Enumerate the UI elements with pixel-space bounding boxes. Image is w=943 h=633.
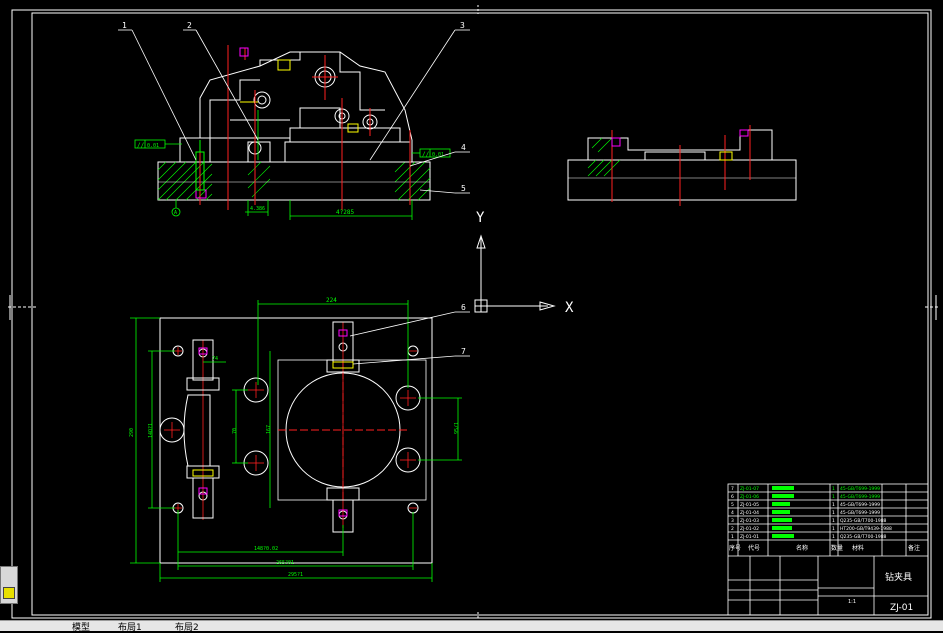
- plan-view: 224 74 290 14O?1 70 167 95/1 148?0.02 26…: [129, 297, 470, 582]
- tol-left-val: 0.01: [147, 143, 159, 149]
- front-circles: [248, 66, 378, 155]
- toolbar-widget[interactable]: [0, 566, 18, 604]
- front-body: [179, 51, 413, 163]
- tol-left-sym: //: [137, 142, 145, 149]
- dim-front-width: 4?285: [336, 209, 354, 216]
- dim-front-small: 4.386: [250, 206, 265, 212]
- tb-header-name: 名称: [796, 544, 808, 552]
- tb-row-code: ZJ-01-07: [740, 486, 759, 492]
- tb-row-qty: 1: [832, 510, 835, 516]
- tb-row-material: 45-GB/T699-1999: [840, 486, 880, 492]
- tb-row-code: ZJ-01-03: [740, 518, 759, 524]
- tb-drawing-name: 钻夹具: [885, 571, 912, 583]
- dim-plan-hole-vert: 167: [266, 425, 272, 434]
- dim-plan-right-vert: 95/1: [454, 422, 460, 434]
- tb-row-no: 1: [731, 534, 734, 540]
- dim-plan-left-outer: 290: [129, 428, 135, 437]
- leader-lines-front: [118, 29, 470, 194]
- tb-row-no: 7: [731, 486, 734, 492]
- tb-row-qty: 1: [832, 526, 835, 532]
- tb-row-material: Q235-GB/T700-1988: [840, 534, 887, 540]
- dim-plan-bot-1: 148?0.02: [254, 546, 278, 552]
- tb-row-qty: 1: [832, 534, 835, 540]
- balloon-3: 3: [460, 21, 465, 30]
- ucs-y-label: Y: [476, 210, 485, 226]
- title-block-header: 序号 代号 名称 数量 材料 备注: [729, 544, 920, 552]
- tb-row-qty: 1: [832, 494, 835, 500]
- dim-plan-bot-3: 295?1: [288, 572, 303, 578]
- front-base-hatch: [157, 161, 431, 201]
- plan-base-plate: [159, 317, 433, 564]
- tb-row-material: 45-GB/T699-1999: [840, 510, 880, 516]
- tb-row-code: ZJ-01-05: [740, 502, 759, 508]
- dim-plan-top: 224: [326, 297, 337, 304]
- tb-drawing-code: ZJ-01: [890, 603, 913, 613]
- balloon-1: 1: [122, 21, 127, 30]
- leader-lines-plan: [349, 311, 470, 365]
- dim-plan-bot-2: 265?01: [276, 560, 294, 566]
- side-view: [567, 125, 797, 206]
- tb-row-no: 2: [731, 526, 734, 532]
- tb-row-qty: 1: [832, 486, 835, 492]
- datum-label-a: A: [174, 210, 177, 216]
- cad-drawing-canvas[interactable]: 4?285 4.386 A // 0.01 // 0.01 1 2 3 4 5: [0, 0, 943, 630]
- tb-header-remark: 备注: [908, 544, 920, 552]
- tab-layout1[interactable]: 布局1: [118, 620, 142, 633]
- plan-left-clamps: [183, 339, 220, 519]
- tb-scale: 1:1: [848, 599, 856, 605]
- tb-row-no: 6: [731, 494, 734, 500]
- tb-row-no: 3: [731, 518, 734, 524]
- balloon-2: 2: [187, 21, 192, 30]
- dim-plan-left-inner: 14O?1: [148, 423, 154, 438]
- drawing-border: [11, 9, 932, 619]
- dim-plan-mid-vert: 70: [232, 428, 238, 434]
- tb-row-material: HT200-GB/T9439-1988: [840, 526, 892, 532]
- layer-color-icon: [3, 587, 15, 599]
- tab-model[interactable]: 模型: [72, 620, 90, 633]
- tolerance-frame-right: [412, 148, 451, 158]
- plan-dimensions: [130, 300, 462, 582]
- dim-plan-top-small: 74: [212, 356, 218, 362]
- tol-right-sym: //: [422, 151, 430, 158]
- tb-header-no: 序号: [729, 544, 741, 552]
- tb-row-material: 45-GB/T699-1999: [840, 502, 880, 508]
- tb-row-code: ZJ-01-01: [740, 534, 759, 540]
- tb-header-code: 代号: [748, 544, 760, 552]
- border-ticks: [8, 5, 940, 622]
- ucs-x-label: X: [565, 300, 574, 316]
- tab-layout2[interactable]: 布局2: [175, 620, 199, 633]
- title-block-name-fills: [772, 486, 794, 538]
- balloon-5: 5: [461, 184, 466, 193]
- tb-row-no: 4: [731, 510, 734, 516]
- front-view: 4?285 4.386 A // 0.01 // 0.01 1 2 3 4 5: [118, 21, 470, 220]
- tb-row-material: Q235-GB/T700-1988: [840, 518, 887, 524]
- layout-tabs-bar: 模型 布局1 布局2: [0, 620, 943, 633]
- balloon-6: 6: [461, 303, 466, 312]
- tb-row-material: 45-GB/T699-1999: [840, 494, 880, 500]
- tb-header-material: 材料: [852, 544, 864, 552]
- tb-header-qty: 数量: [831, 544, 843, 552]
- tb-row-no: 5: [731, 502, 734, 508]
- balloon-7: 7: [461, 347, 466, 356]
- front-base-plate: [157, 161, 431, 201]
- ucs-icon: [474, 234, 556, 313]
- tb-row-code: ZJ-01-02: [740, 526, 759, 532]
- tb-row-code: ZJ-01-04: [740, 510, 759, 516]
- balloon-4: 4: [461, 143, 466, 152]
- tb-row-qty: 1: [832, 502, 835, 508]
- tb-row-qty: 1: [832, 518, 835, 524]
- tb-row-code: ZJ-01-06: [740, 494, 759, 500]
